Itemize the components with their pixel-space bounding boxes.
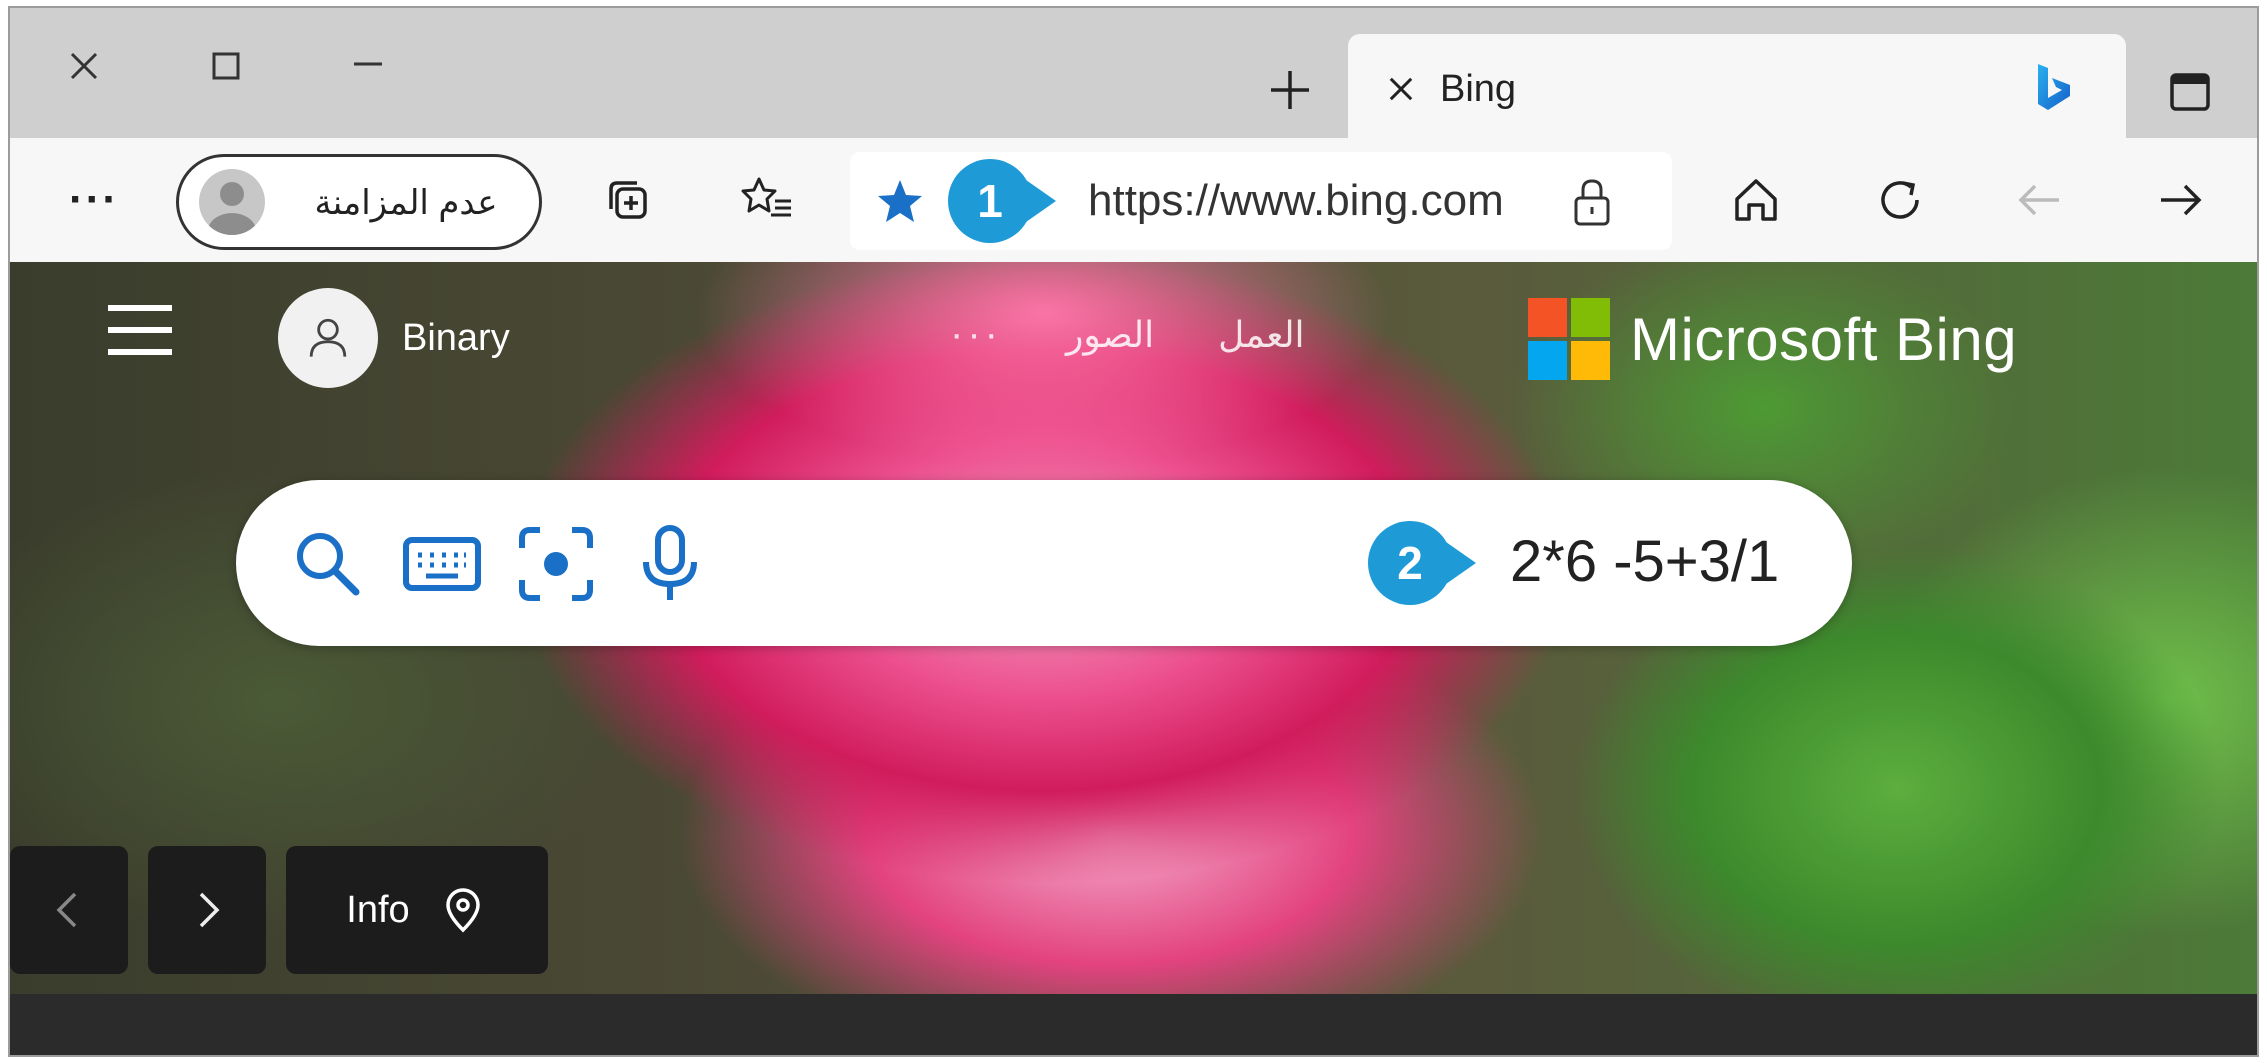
chevron-left-icon (56, 892, 77, 928)
microsoft-logo-icon (1528, 298, 1610, 380)
footer-strip (10, 994, 2257, 1055)
lock-icon[interactable] (1566, 174, 1618, 230)
callout-badge-1: 1 (948, 159, 1056, 243)
forward-button[interactable] (2140, 160, 2220, 240)
tab-bing[interactable]: Bing (1348, 34, 2126, 140)
refresh-icon (1881, 181, 1919, 219)
url-text[interactable]: https://www.bing.com (1088, 174, 1504, 228)
bing-homepage: Binary العمل الصور ··· Microsoft Bing 2 … (10, 262, 2257, 994)
maximize-icon (212, 52, 240, 80)
visual-search-icon[interactable] (512, 520, 600, 608)
hamburger-menu-icon[interactable] (102, 300, 182, 360)
more-dots-icon: ··· (69, 175, 119, 224)
title-bar: Bing (10, 8, 2257, 140)
tab-actions-icon (2170, 73, 2210, 111)
close-icon (1389, 77, 1413, 101)
user-name: Binary (402, 316, 510, 359)
microsoft-bing-brand[interactable]: Microsoft Bing (1528, 298, 2017, 380)
tab-title: Bing (1440, 68, 1517, 110)
previous-image-button[interactable] (10, 846, 128, 974)
close-window-button[interactable] (44, 26, 124, 106)
nav-more-button[interactable]: ··· (950, 312, 1002, 357)
next-image-button[interactable] (148, 846, 266, 974)
user-account[interactable]: Binary (278, 288, 510, 388)
search-icon[interactable] (284, 520, 372, 608)
profile-sync-label: عدم المزامنة (314, 184, 498, 222)
favorites-list-icon (741, 177, 791, 217)
keyboard-icon[interactable] (398, 520, 486, 608)
browser-toolbar: ··· عدم المزامنة 1 https://www.bing.com (10, 138, 2257, 262)
user-avatar-icon (278, 288, 378, 388)
microphone-icon[interactable] (626, 520, 714, 608)
tab-actions-button[interactable] (2150, 52, 2230, 132)
address-bar[interactable]: 1 https://www.bing.com (850, 152, 1672, 250)
collections-icon (609, 181, 647, 219)
maximize-window-button[interactable] (186, 26, 266, 106)
refresh-button[interactable] (1860, 160, 1940, 240)
favorite-star-icon[interactable] (874, 176, 926, 228)
forward-arrow-icon (2161, 184, 2202, 216)
profile-avatar-icon (199, 169, 265, 235)
chevron-right-icon (199, 892, 220, 928)
nav-link-images[interactable]: الصور (1066, 314, 1154, 356)
home-icon (1735, 179, 1777, 221)
search-box[interactable]: 2 2*6 -5+3/1 (236, 480, 1852, 646)
minimize-icon (354, 62, 382, 66)
search-query-text[interactable]: 2*6 -5+3/1 (1510, 526, 1779, 598)
info-label: Info (346, 888, 410, 931)
settings-more-button[interactable]: ··· (54, 160, 134, 240)
bing-nav: العمل الصور ··· (950, 312, 1305, 357)
browser-window: Bing ··· عدم المزامنة 1 https://www.bing… (8, 6, 2259, 1057)
favorites-button[interactable] (728, 160, 808, 240)
profile-button[interactable]: عدم المزامنة (176, 154, 542, 250)
home-button[interactable] (1716, 160, 1796, 240)
nav-link-work[interactable]: العمل (1218, 314, 1304, 356)
close-icon (70, 52, 98, 80)
new-tab-button[interactable] (1250, 50, 1330, 130)
back-arrow-icon (2018, 184, 2059, 216)
brand-name: Microsoft Bing (1630, 305, 2018, 373)
location-pin-icon (445, 888, 480, 933)
plus-icon (1271, 71, 1309, 109)
back-button[interactable] (2000, 160, 2080, 240)
bing-logo-icon (2038, 64, 2070, 110)
minimize-window-button[interactable] (328, 26, 408, 106)
image-info-button[interactable]: Info (286, 846, 548, 974)
collections-button[interactable] (588, 160, 668, 240)
tab-close-button[interactable] (1376, 64, 1426, 114)
callout-badge-2: 2 (1368, 521, 1476, 605)
